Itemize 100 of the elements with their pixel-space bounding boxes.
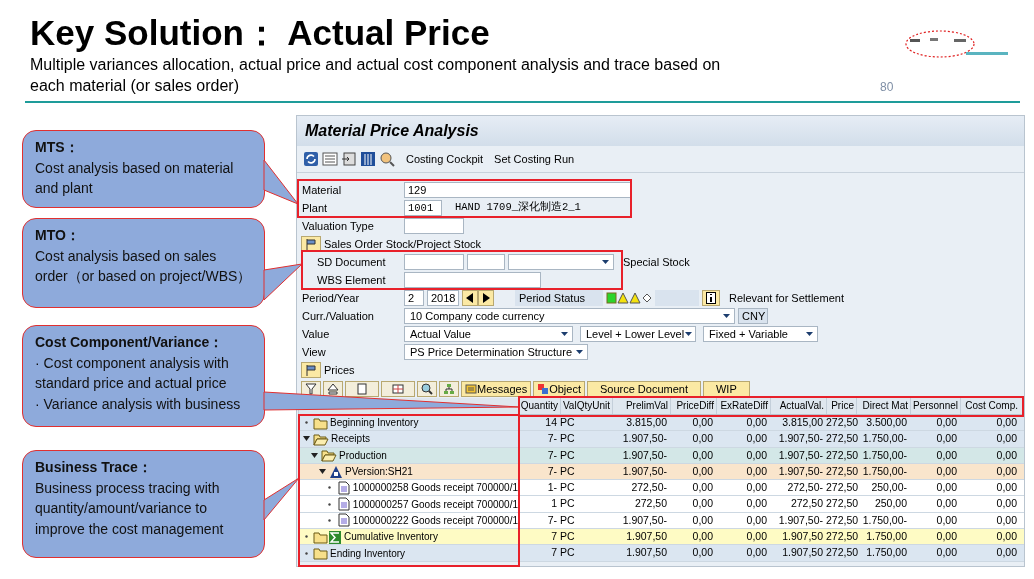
table-row[interactable]: Ending Inventory 7 PC 1.907,50 0,00 0,00 1.907,50 272,50 1.750,00 0,00 0,00 [298, 545, 1024, 562]
dropdown[interactable]: Actual Value [404, 326, 573, 342]
table-cell: 272,50 [826, 447, 856, 463]
table-cell-text: 0,00 [935, 415, 958, 430]
column-header[interactable]: Cost Comp. [960, 398, 1020, 414]
table-cell-text: 0,00 [745, 431, 768, 447]
callout-heading: MTS： [35, 138, 80, 157]
table-cell: 272,50 [826, 529, 856, 545]
input-field[interactable]: 2 [404, 290, 424, 306]
table-cell-text: 3.815,00 [781, 415, 824, 430]
table-cell-text: 0,00 [745, 529, 768, 545]
tree-label: Ending Inventory [330, 546, 406, 561]
table-cell-text: 1- [546, 480, 558, 496]
toolbar-button[interactable]: Set Costing Run [494, 150, 575, 168]
toolbar-button[interactable]: Messages [461, 380, 532, 397]
column-header[interactable]: Personnel [910, 398, 960, 414]
table-cell-text: PC [560, 415, 576, 430]
table-cell-text: 1.750,00- [861, 447, 908, 463]
field-label: Special Stock [623, 254, 690, 270]
callout-text: · Cost component analysis with standard price and actual price [35, 353, 230, 393]
table-cell-text: 272,50 [826, 512, 856, 528]
table-cell-text: 0,00 [935, 480, 958, 496]
column-header[interactable]: PriceDiff [670, 398, 716, 414]
table-cell-text: 272,50 [633, 496, 668, 512]
column-header[interactable]: ValQtyUnit [560, 398, 612, 414]
table-cell-text: 1.907,50- [621, 512, 668, 528]
field-label: Period/Year [301, 290, 361, 306]
field-label: View [301, 344, 327, 360]
table-cell-text: 0,00 [691, 415, 714, 430]
table-cell-text: 1.907,50- [777, 512, 824, 528]
table-cell-text: 0,00 [691, 512, 714, 528]
callout-heading: MTO： [35, 226, 81, 245]
table-cell-text: 0,00 [995, 529, 1018, 545]
toolbar-button[interactable]: Costing Cockpit [406, 150, 484, 168]
tree-label: Production [339, 448, 387, 463]
slide-subtitle: Multiple variances allocation, actual price and actual cost component analysis and trace based on each material (or sales order) [30, 55, 722, 96]
table-cell-text: 0,00 [745, 463, 768, 479]
table-cell-text: 1.907,50- [777, 447, 824, 463]
table-cell-text: 0,00 [995, 463, 1018, 479]
input-field[interactable]: 129 [404, 182, 631, 198]
input-field[interactable]: 1001 [404, 200, 442, 216]
table-cell-text: 0,00 [935, 529, 958, 545]
table-cell-text: 0,00 [995, 512, 1018, 528]
table-cell-text: 14 [544, 415, 558, 430]
toolbar-button[interactable]: Source Document [586, 380, 701, 397]
table-cell-text: 1.907,50- [621, 447, 668, 463]
table-cell-text: PC [560, 431, 576, 447]
plant-description: HAND 1709_深化制造2_1 [455, 200, 581, 216]
toolbar-button[interactable]: Object [533, 380, 585, 397]
tree-label: Cumulative Inventory [344, 530, 438, 545]
column-header[interactable]: ExRateDiff [716, 398, 770, 414]
column-header[interactable]: ActualVal. [770, 398, 826, 414]
table-cell-text: PC [560, 447, 576, 463]
dropdown[interactable]: 10 Company code currency [404, 308, 735, 324]
table-cell-text: 1.907,50 [781, 529, 824, 545]
slide-title: Key Solution： Actual Price [30, 12, 491, 54]
field-label: Valuation Type [301, 218, 375, 234]
table-cell-text: 0,00 [995, 496, 1018, 512]
table-cell-text: 0,00 [995, 415, 1018, 430]
table-cell-text: 272,50 [826, 463, 856, 479]
table-cell-text: 272,50- [786, 480, 824, 496]
table-row[interactable]: Receipts 7- PC 1.907,50- 0,00 0,00 1.907,50- 272,50 1.750,00- 0,00 0,00 [298, 431, 1024, 448]
table-cell-text: 0,00 [935, 431, 958, 447]
table-cell-text: 0,00 [935, 496, 958, 512]
callout-heading: Business Trace： [35, 458, 153, 477]
column-header[interactable]: Price [826, 398, 856, 414]
table-cell-text: 0,00 [691, 463, 714, 479]
field-label: Material [301, 182, 343, 198]
table-cell-text: 0,00 [691, 529, 714, 545]
table-cell-text: PC [560, 529, 576, 545]
table-cell-text: 0,00 [995, 545, 1018, 561]
table-cell-text: 1.907,50- [621, 463, 668, 479]
table-cell-text: 0,00 [745, 447, 768, 463]
section-label: Sales Order Stock/Project Stock [324, 236, 482, 252]
table-cell-text: 0,00 [691, 545, 714, 561]
table-cell-text: 1.907,50 [781, 545, 824, 561]
table-cell-text: 1.907,50 [625, 545, 668, 561]
field-label: Plant [301, 200, 329, 216]
table-cell-text: 0,00 [935, 463, 958, 479]
table-cell-text: 1.907,50- [777, 431, 824, 447]
table-cell-text: 7- [546, 512, 558, 528]
table-cell-text: 7 [550, 529, 558, 545]
dropdown[interactable]: PS Price Determination Structure [404, 344, 588, 360]
table-cell-text: 272,50- [630, 480, 668, 496]
table-cell-text: PC [560, 496, 576, 512]
column-header[interactable]: Quantity [518, 398, 560, 414]
table-cell-text: 0,00 [691, 447, 714, 463]
toolbar-button[interactable]: WIP [703, 380, 750, 397]
table-row[interactable]: Cumulative Inventory 7 PC 1.907,50 0,00 0,00 1.907,50 272,50 1.750,00 0,00 0,00 [298, 529, 1024, 546]
input-field[interactable]: 2018 [427, 290, 459, 306]
table-cell-text: 0,00 [995, 480, 1018, 496]
table-cell: 272,50 [826, 545, 856, 561]
column-header[interactable]: Direct Mat [856, 398, 910, 414]
column-header[interactable]: PrelimVal [612, 398, 670, 414]
dropdown[interactable]: Level + Lower Level [580, 326, 696, 342]
table-cell-text: 0,00 [745, 496, 768, 512]
callout-text: Cost analysis based on material and plant [35, 158, 235, 198]
dropdown[interactable]: Fixed + Variable [703, 326, 818, 342]
table-cell-text: 272,50 [826, 415, 856, 430]
tree-label: 1000000222 Goods receipt 700000/1 [352, 513, 518, 528]
